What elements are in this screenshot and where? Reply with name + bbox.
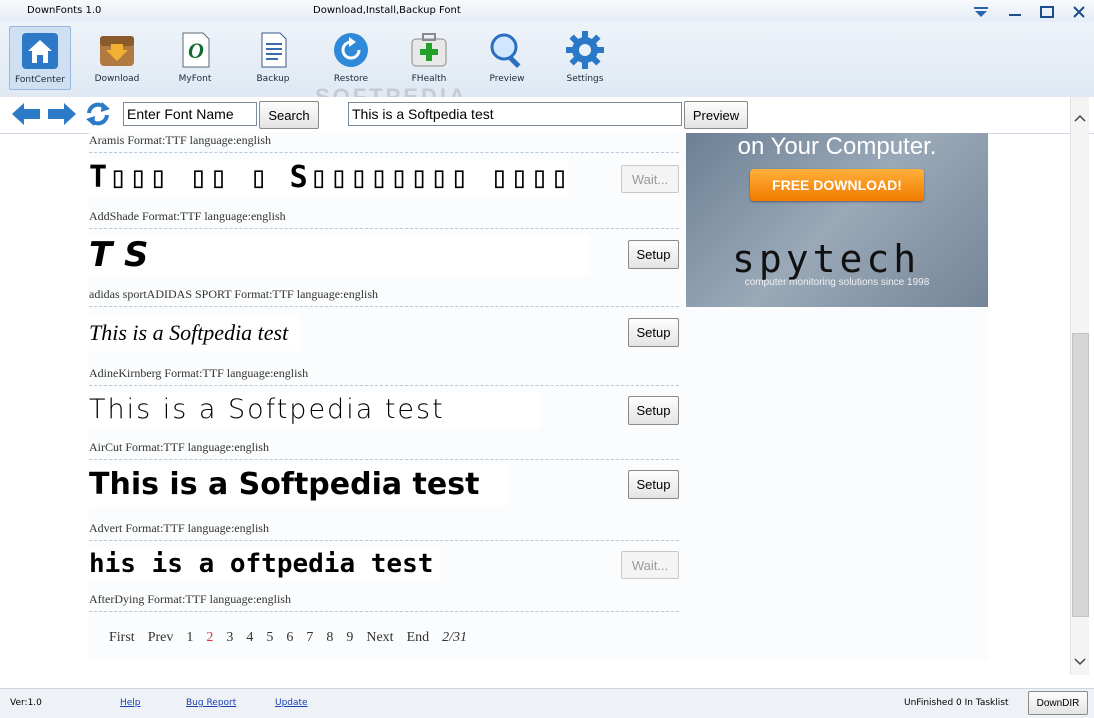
- font-preview: This is a Softpedia test: [89, 464, 507, 506]
- main-toolbar: FontCenter Download O MyFont Backup Rest…: [0, 22, 1094, 109]
- row-separator: [89, 540, 679, 541]
- toolbar-download[interactable]: Download: [87, 26, 147, 88]
- font-preview: T▯▯▯ ▯▯ ▯ S▯▯▯▯▯▯▯▯ ▯▯▯▯: [89, 159, 569, 197]
- setup-button[interactable]: Setup: [628, 396, 679, 425]
- toolbar-preview-label: Preview: [489, 74, 525, 84]
- back-arrow-icon[interactable]: [10, 101, 42, 127]
- house-icon: [22, 33, 58, 69]
- pager-page-link[interactable]: 9: [346, 630, 353, 646]
- pager-page-link[interactable]: 8: [326, 630, 333, 646]
- search-button[interactable]: Search: [259, 101, 319, 129]
- toolbar-fontcenter-label: FontCenter: [15, 75, 65, 85]
- toolbar-settings[interactable]: Settings: [555, 26, 615, 88]
- scrollbar-thumb[interactable]: [1072, 333, 1089, 617]
- setup-button[interactable]: Setup: [628, 470, 679, 499]
- navigation-bar: Search Preview: [0, 97, 1094, 134]
- downdir-button[interactable]: DownDIR: [1028, 691, 1088, 715]
- window-title: Download,Install,Backup Font: [313, 5, 461, 16]
- pagination: First Prev 1 2 3 4 5 6 7 8 9 Next End 2/31: [109, 630, 480, 646]
- row-separator: [89, 459, 679, 460]
- setup-button[interactable]: Setup: [628, 318, 679, 347]
- toolbar-download-label: Download: [94, 74, 140, 84]
- font-preview: T S: [89, 235, 589, 275]
- font-preview: This is a Softpedia test: [89, 315, 299, 351]
- font-preview: This is a Softpedia test: [89, 392, 541, 428]
- row-separator: [89, 385, 679, 386]
- ad-free-download-button[interactable]: FREE DOWNLOAD!: [750, 169, 924, 201]
- version-label: Ver:1.0: [10, 698, 42, 708]
- maximize-button[interactable]: [1034, 2, 1060, 22]
- pager-next-link[interactable]: Next: [366, 630, 393, 646]
- toolbar-backup-label: Backup: [256, 74, 290, 84]
- pager-page-link[interactable]: 5: [266, 630, 273, 646]
- ad-banner[interactable]: on Your Computer. FREE DOWNLOAD! spytech…: [686, 133, 988, 307]
- toolbar-myfont[interactable]: O MyFont: [165, 26, 225, 88]
- vertical-scrollbar[interactable]: [1070, 97, 1089, 675]
- status-bar: Ver:1.0 Help Bug Report Update UnFinishe…: [0, 688, 1094, 718]
- font-meta: AdineKirnberg Format:TTF language:englis…: [89, 366, 309, 380]
- pager-page-link[interactable]: 1: [186, 630, 193, 646]
- pager-page-link[interactable]: 4: [246, 630, 253, 646]
- font-file-icon: O: [182, 32, 210, 68]
- title-bar: DownFonts 1.0 Download,Install,Backup Fo…: [0, 0, 1094, 22]
- preview-text-input[interactable]: [348, 102, 682, 126]
- pager-current-page[interactable]: 2: [206, 630, 213, 646]
- pager-position: 2/31: [442, 630, 468, 645]
- bug-report-link[interactable]: Bug Report: [186, 698, 236, 708]
- ad-logo: spytech: [732, 237, 921, 281]
- pager-page-link[interactable]: 6: [286, 630, 293, 646]
- font-meta: adidas sportADIDAS SPORT Format:TTF lang…: [89, 287, 379, 301]
- font-preview: his is a oftpedia test: [89, 546, 441, 582]
- ad-headline: on Your Computer.: [737, 133, 937, 160]
- pager-page-link[interactable]: 7: [306, 630, 313, 646]
- minimize-button[interactable]: [1002, 2, 1028, 22]
- forward-arrow-icon[interactable]: [46, 101, 78, 127]
- pager-first-link[interactable]: First: [109, 630, 135, 646]
- font-meta: Advert Format:TTF language:english: [89, 521, 269, 535]
- refresh-icon[interactable]: [84, 101, 112, 127]
- app-title: DownFonts 1.0: [27, 5, 102, 16]
- pager-end-link[interactable]: End: [407, 630, 430, 646]
- tasklist-status: UnFinished 0 In Tasklist: [904, 698, 1009, 708]
- scroll-down-icon[interactable]: [1073, 655, 1087, 669]
- toolbar-restore[interactable]: Restore: [321, 26, 381, 88]
- ad-tagline: computer monitoring solutions since 1998: [744, 277, 930, 288]
- restore-icon: [334, 33, 368, 67]
- update-link[interactable]: Update: [275, 698, 308, 708]
- row-separator: [89, 306, 679, 307]
- font-meta: Aramis Format:TTF language:english: [89, 133, 271, 147]
- setup-button[interactable]: Setup: [628, 240, 679, 269]
- row-separator: [89, 228, 679, 229]
- toolbar-backup[interactable]: Backup: [243, 26, 303, 88]
- font-name-search-input[interactable]: [123, 102, 257, 126]
- toolbar-fhealth[interactable]: FHealth: [399, 26, 459, 88]
- download-box-icon: [100, 36, 134, 66]
- help-link[interactable]: Help: [120, 698, 141, 708]
- menu-dropdown-icon[interactable]: [968, 2, 994, 22]
- toolbar-preview[interactable]: Preview: [477, 26, 537, 88]
- wait-button[interactable]: Wait...: [621, 165, 679, 193]
- row-separator: [89, 611, 679, 612]
- health-kit-icon: [411, 33, 447, 67]
- font-meta: AfterDying Format:TTF language:english: [89, 592, 291, 606]
- pager-prev-link[interactable]: Prev: [148, 630, 174, 646]
- toolbar-myfont-label: MyFont: [178, 74, 212, 84]
- row-separator: [89, 152, 679, 153]
- svg-text:O: O: [188, 38, 204, 63]
- toolbar-fhealth-label: FHealth: [411, 74, 447, 84]
- wait-button[interactable]: Wait...: [621, 551, 679, 579]
- font-meta: AirCut Format:TTF language:english: [89, 440, 269, 454]
- toolbar-fontcenter[interactable]: FontCenter: [9, 26, 71, 90]
- preview-button[interactable]: Preview: [684, 101, 748, 129]
- toolbar-settings-label: Settings: [566, 74, 604, 84]
- pager-page-link[interactable]: 3: [226, 630, 233, 646]
- font-meta: AddShade Format:TTF language:english: [89, 209, 286, 223]
- scroll-up-icon[interactable]: [1073, 111, 1087, 125]
- gear-icon: [566, 31, 604, 69]
- document-icon: [261, 32, 287, 68]
- toolbar-restore-label: Restore: [333, 74, 369, 84]
- close-button[interactable]: [1066, 2, 1092, 22]
- magnifier-icon: [490, 33, 521, 69]
